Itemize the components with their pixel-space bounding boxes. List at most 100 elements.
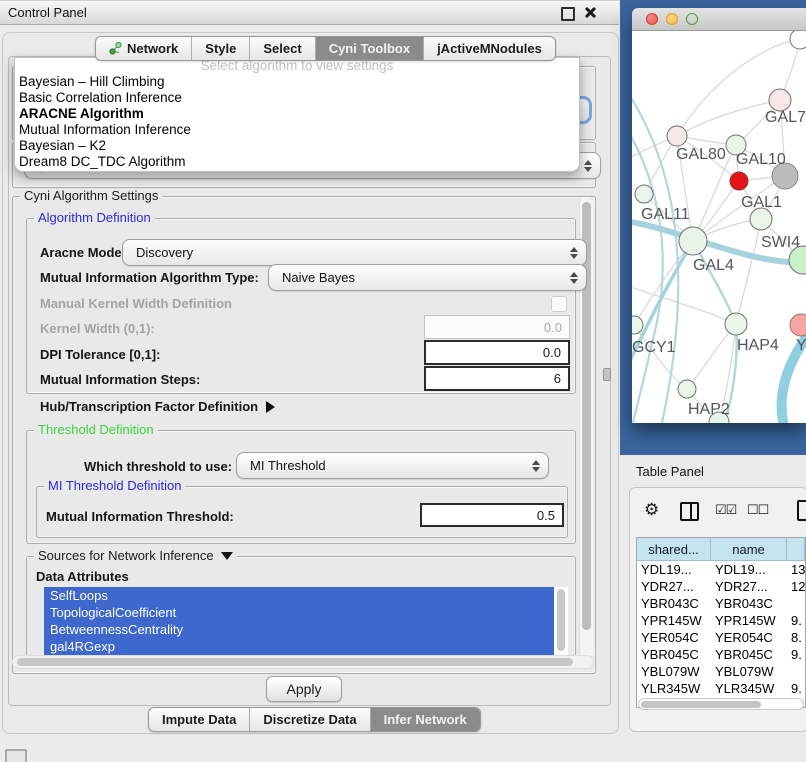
table-cell	[787, 595, 805, 612]
dropdown-item-selected[interactable]: ARACNE Algorithm	[15, 106, 579, 122]
list-item-selected[interactable]: gal4RGexp	[44, 638, 554, 655]
tab-discretize-data[interactable]: Discretize Data	[249, 708, 369, 731]
table-cell: YDL19...	[637, 561, 711, 578]
network-graph: GAL7 GAL80 GAL10 GAL11 GAL1 GAL4 SWI4 GC…	[632, 31, 806, 423]
node-gal80[interactable]	[667, 126, 687, 146]
table-horizontal-scrollbar[interactable]	[638, 698, 804, 710]
table-cell: 12	[787, 578, 805, 595]
node-label: GAL4	[693, 257, 734, 274]
table-row[interactable]: YDL19... YDL19... 13	[637, 561, 805, 578]
table-row[interactable]: YBR045C YBR045C 9.	[637, 646, 805, 663]
node-hap4[interactable]	[725, 313, 747, 335]
node-gal7[interactable]	[769, 89, 791, 111]
node-label: HAP4	[737, 337, 779, 354]
dpi-tolerance-field[interactable]: 0.0	[424, 340, 570, 365]
tab-network[interactable]: Network	[96, 37, 191, 60]
close-traffic-light-icon[interactable]	[646, 13, 658, 25]
node-gcy1[interactable]	[632, 316, 643, 334]
spinner-icon	[570, 247, 578, 259]
node-label: GAL1	[741, 194, 782, 211]
table-cell: 13	[787, 561, 805, 578]
network-window-titlebar[interactable]	[632, 8, 806, 31]
list-scrollbar-thumb[interactable]	[557, 589, 565, 651]
column-view-icon[interactable]	[680, 502, 699, 521]
aracne-mode-label: Aracne Mode:	[40, 245, 126, 260]
control-panel-tabbar: Network Style Select Cyni Toolbox jActiv…	[95, 36, 556, 61]
unchecked-columns-icon[interactable]: ☐☐	[747, 502, 768, 518]
table-cell: YER054C	[711, 629, 787, 646]
table-cell: YBR043C	[711, 595, 787, 612]
node-gal4[interactable]	[679, 227, 707, 255]
dropdown-item[interactable]: Dream8 DC_TDC Algorithm	[15, 154, 579, 170]
aracne-mode-combo[interactable]: Discovery	[122, 239, 587, 266]
list-item-selected[interactable]: TopologicalCoefficient	[44, 604, 554, 621]
table-cell: 9.	[787, 680, 805, 697]
mi-steps-label: Mutual Information Steps:	[40, 372, 200, 387]
checked-columns-icon[interactable]: ☑☑	[715, 502, 736, 518]
dropdown-item[interactable]: Bayesian – K2	[15, 138, 579, 154]
apply-button[interactable]: Apply	[266, 676, 342, 702]
dropdown-item[interactable]: Mutual Information Inference	[15, 122, 579, 138]
mi-steps-field[interactable]: 6	[424, 366, 570, 391]
table-cell: YBR043C	[637, 595, 711, 612]
dropdown-item[interactable]: Basic Correlation Inference	[15, 90, 579, 106]
which-threshold-combo[interactable]: MI Threshold	[236, 452, 549, 479]
tab-cyni-toolbox[interactable]: Cyni Toolbox	[315, 37, 423, 60]
node-label: GCY1	[632, 339, 676, 356]
tab-style[interactable]: Style	[191, 37, 249, 60]
gear-icon[interactable]: ⚙	[644, 501, 659, 519]
node-attribute-table: shared... name YDL19... YDL19... 13 YDR2…	[636, 537, 806, 708]
table-cell: YBR045C	[711, 646, 787, 663]
zoom-traffic-light-icon[interactable]	[686, 13, 698, 25]
network-canvas[interactable]: GAL7 GAL80 GAL10 GAL11 GAL1 GAL4 SWI4 GC…	[632, 31, 806, 423]
manual-kernel-checkbox[interactable]	[551, 296, 567, 312]
node-hap2[interactable]	[678, 380, 696, 398]
splitpane-grip[interactable]	[603, 368, 611, 381]
mi-threshold-label: Mutual Information Threshold:	[46, 509, 234, 524]
table-row[interactable]: YPR145W YPR145W 9.	[637, 612, 805, 629]
minimize-traffic-light-icon[interactable]	[666, 13, 678, 25]
sources-group-title[interactable]: Sources for Network Inference	[34, 549, 237, 563]
table-row[interactable]: YLR345W YLR345W 9.	[637, 680, 805, 697]
cyni-bottom-tabbar: Impute Data Discretize Data Infer Networ…	[148, 707, 481, 732]
node-red-selected[interactable]	[730, 172, 748, 190]
column-header[interactable]: shared...	[637, 538, 711, 560]
list-item-selected[interactable]: SelfLoops	[44, 587, 554, 604]
node-label: GAL10	[736, 151, 786, 168]
table-cell: YDR27...	[711, 578, 787, 595]
node-pink[interactable]	[790, 314, 806, 336]
document-icon[interactable]	[797, 500, 806, 521]
table-cell: YLR345W	[637, 680, 711, 697]
mi-algorithm-type-combo[interactable]: Naive Bayes	[268, 264, 587, 291]
hub-definition-toggle[interactable]: Hub/Transcription Factor Definition	[40, 399, 275, 414]
tab-select[interactable]: Select	[249, 37, 314, 60]
scrollbar-thumb[interactable]	[641, 701, 761, 708]
table-row[interactable]: YDR27... YDR27... 12	[637, 578, 805, 595]
mi-threshold-field[interactable]: 0.5	[420, 503, 564, 527]
tab-impute-data[interactable]: Impute Data	[149, 708, 249, 731]
table-cell: YBL079W	[711, 663, 787, 680]
table-cell: YBR045C	[637, 646, 711, 663]
node-gal1[interactable]	[750, 208, 772, 230]
table-row[interactable]: YER054C YER054C 8.	[637, 629, 805, 646]
node-gal11[interactable]	[635, 185, 653, 203]
mi-threshold-group-title: MI Threshold Definition	[44, 479, 185, 493]
manual-kernel-label: Manual Kernel Width Definition	[40, 296, 232, 311]
tab-infer-network[interactable]: Infer Network	[370, 708, 480, 731]
tab-jactivemnodules[interactable]: jActiveMNodules	[423, 37, 555, 60]
table-cell: YDR27...	[637, 578, 711, 595]
kernel-width-field[interactable]: 0.0	[424, 315, 570, 339]
column-header[interactable]	[787, 538, 805, 560]
close-icon[interactable]	[584, 6, 597, 19]
settings-horizontal-scrollbar[interactable]	[12, 655, 594, 669]
node[interactable]	[790, 31, 806, 49]
table-row[interactable]: YBL079W YBL079W	[637, 663, 805, 680]
scrollbar-thumb[interactable]	[17, 658, 573, 666]
dropdown-item[interactable]: Bayesian – Hill Climbing	[15, 74, 579, 90]
table-row[interactable]: YBR043C YBR043C	[637, 595, 805, 612]
column-header[interactable]: name	[711, 538, 787, 560]
list-item-selected[interactable]: BetweennessCentrality	[44, 621, 554, 638]
minimized-panel-icon[interactable]	[5, 749, 27, 762]
node-label: GAL11	[641, 206, 690, 223]
float-panel-icon[interactable]	[561, 7, 575, 21]
